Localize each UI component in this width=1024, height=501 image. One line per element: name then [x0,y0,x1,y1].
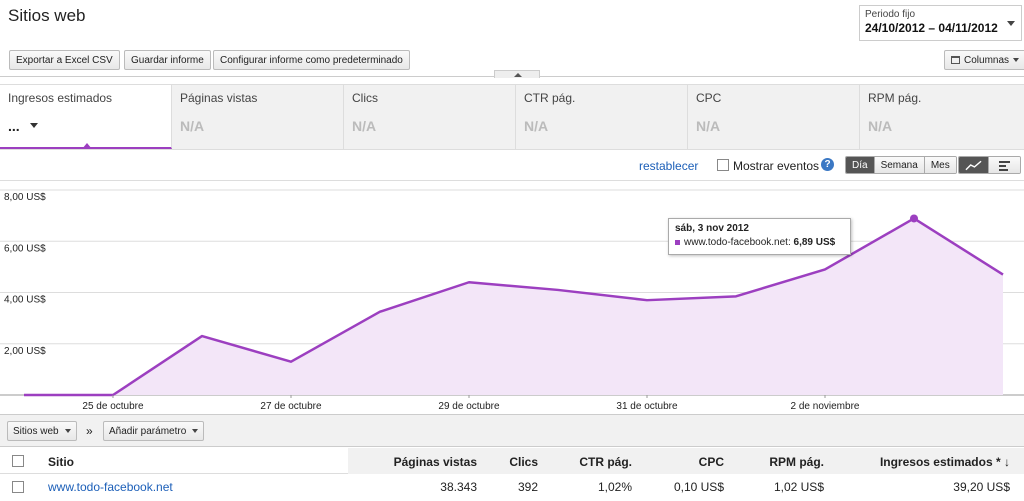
tooltip-series-name: www.todo-facebook.net: [684,237,791,248]
granularity-selector: Día Semana Mes [845,156,957,174]
export-csv-button[interactable]: Exportar a Excel CSV [9,50,120,70]
bar-chart-button[interactable] [989,157,1020,173]
collapse-toggle[interactable] [494,70,540,78]
col-clics[interactable]: Clics [509,455,538,469]
page-title: Sitios web [8,6,86,25]
x-tick-label: 2 de noviembre [791,401,860,412]
x-tick-label: 25 de octubre [82,401,144,412]
columns-label: Columnas [964,54,1010,66]
tooltip-date: sáb, 3 nov 2012 [675,223,749,234]
metric-name: Ingresos estimados [8,91,113,105]
revenue-chart: 2,00 US$ 4,00 US$ 6,00 US$ 8,00 US$ 25 de oc… [0,189,1024,412]
granularity-day-button[interactable]: Día [846,157,875,173]
y-tick-label: 4,00 US$ [4,295,46,306]
table-row: www.todo-facebook.net 38.343 392 1,02% 0… [0,475,1024,501]
metric-tab-clics[interactable]: Clics N/A [344,85,516,149]
set-default-report-button[interactable]: Configurar informe como predeterminado [213,50,410,70]
metric-tab-cpc[interactable]: CPC N/A [688,85,860,149]
cell-cpc: 0,10 US$ [673,480,724,494]
metric-value: N/A [696,118,721,134]
y-tick-label: 2,00 US$ [4,346,46,357]
metric-value: N/A [524,118,549,134]
chevron-down-icon [30,123,38,128]
metric-name: CTR pág. [524,91,576,105]
breadcrumb-separator: » [86,424,93,438]
x-tick-label: 31 de octubre [616,401,678,412]
site-link[interactable]: www.todo-facebook.net [48,480,173,494]
y-tick-label: 6,00 US$ [4,243,46,254]
chevron-down-icon [1007,21,1015,26]
metric-tab-ctr[interactable]: CTR pág. N/A [516,85,688,149]
series-color-swatch [675,239,680,245]
chevron-down-icon [64,429,71,433]
col-ingresos[interactable]: Ingresos estimados * ↓ [880,455,1010,469]
add-dimension-dropdown[interactable]: Añadir parámetro [103,421,205,441]
metric-value: N/A [352,118,377,134]
col-ctr[interactable]: CTR pág. [579,455,632,469]
horizontal-bars-icon [998,160,1010,171]
granularity-week-button[interactable]: Semana [874,157,925,173]
sort-desc-icon: ↓ [1004,455,1010,469]
reset-link[interactable]: restablecer [639,159,698,173]
metric-tabs: Ingresos estimados ... Páginas vistas N/… [0,84,1024,150]
metric-tab-paginas-vistas[interactable]: Páginas vistas N/A [172,85,344,149]
col-rpm[interactable]: RPM pág. [769,455,824,469]
line-chart-icon [965,160,982,170]
tooltip-value: 6,89 US$ [793,237,836,248]
metric-value: N/A [868,118,893,134]
col-paginas-vistas[interactable]: Páginas vistas [394,455,477,469]
metric-name: Páginas vistas [180,91,258,105]
col-cpc[interactable]: CPC [699,455,724,469]
metric-value: N/A [180,118,205,134]
chevron-down-icon [1013,58,1020,62]
date-range-picker[interactable]: Periodo fijo 24/10/2012 – 04/11/2012 [859,5,1022,41]
active-tab-notch [82,143,92,149]
col-ingresos-label: Ingresos estimados * [879,455,1001,469]
tooltip-series-line: www.todo-facebook.net: 6,89 US$ [675,237,844,248]
metric-name: Clics [352,91,378,105]
x-tick-label: 27 de octubre [260,401,322,412]
series-area [24,218,1003,395]
columns-icon [951,56,960,64]
row-checkbox[interactable] [12,481,24,493]
chevron-down-icon [192,429,199,433]
line-chart-button[interactable] [959,157,989,173]
period-label: Periodo fijo [865,9,916,20]
dimension-label: Sitios web [13,425,59,437]
dimension-dropdown[interactable]: Sitios web [7,421,77,441]
cell-ingresos: 39,20 US$ [953,480,1010,494]
metric-tab-ingresos[interactable]: Ingresos estimados ... [0,85,172,149]
data-point [910,214,918,223]
add-dimension-label: Añadir parámetro [109,425,187,437]
granularity-month-button[interactable]: Mes [924,157,956,173]
show-events-checkbox[interactable] [717,159,729,171]
period-range: 24/10/2012 – 04/11/2012 [865,21,998,35]
metric-name: CPC [696,91,722,105]
y-tick-label: 8,00 US$ [4,192,46,203]
cell-ctr: 1,02% [597,480,632,494]
metric-name: RPM pág. [868,91,922,105]
metric-tab-rpm[interactable]: RPM pág. N/A [860,85,1024,149]
chart-tooltip: sáb, 3 nov 2012 www.todo-facebook.net: 6… [668,218,851,255]
save-report-button[interactable]: Guardar informe [124,50,211,70]
chart-type-selector [958,156,1021,174]
cell-paginas-vistas: 38.343 [440,480,477,494]
cell-clics: 392 [517,480,538,494]
table-header: Sitio Páginas vistas Clics CTR pág. CPC … [0,448,1024,474]
show-events-label: Mostrar eventos [733,159,820,173]
columns-button[interactable]: Columnas [944,50,1024,70]
cell-rpm: 1,02 US$ [773,480,824,494]
help-icon[interactable]: ? [821,158,834,171]
x-tick-label: 29 de octubre [438,401,500,412]
select-all-checkbox[interactable] [12,455,24,467]
col-sitio[interactable]: Sitio [48,455,74,469]
